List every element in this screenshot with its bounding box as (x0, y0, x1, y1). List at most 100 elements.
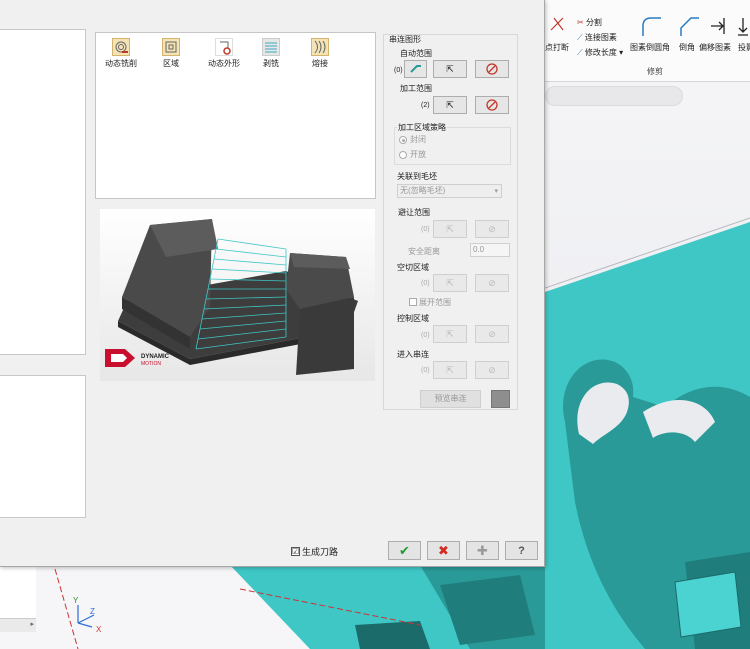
control-region-count: (0) (421, 332, 430, 339)
peel-mill-icon (262, 38, 280, 56)
ribbon-group-trim: 修剪 (647, 67, 663, 76)
remove-chain-icon (486, 63, 498, 75)
strategy-area[interactable]: 区域 (146, 38, 196, 69)
machining-range-select-button[interactable]: ⇱ (433, 96, 467, 114)
check-icon: ✔ (399, 542, 410, 558)
scroll-right-icon[interactable]: ▸ (30, 620, 34, 628)
strategy-label: 动态铣削 (105, 59, 137, 68)
point-break-label[interactable]: 点打断 (545, 42, 569, 53)
machining-range-count: (2) (421, 102, 430, 109)
region-closed-radio[interactable] (399, 136, 407, 144)
avoid-range-select-button[interactable]: ⇱ (433, 220, 467, 238)
join-icon: ⟋ (577, 33, 583, 42)
entry-chain-label: 进入串连 (397, 350, 429, 359)
split-text: 分割 (585, 18, 602, 27)
stock-link-select[interactable]: 无(忽略毛坯) ▾ (397, 184, 502, 198)
entry-chain-remove-button[interactable]: ⊘ (475, 361, 509, 379)
generate-toolpath-checkbox[interactable]: ☑ (291, 547, 300, 556)
cancel-button[interactable]: ✖ (427, 541, 460, 560)
strategy-peel-mill[interactable]: 剥铣 (246, 38, 296, 69)
cad-ribbon: 点打断 ✂ 分割 ⟋ 连接图素 ⟋ 修改长度 ▾ 图素倒圆角 倒角 偏移图素 投… (545, 0, 750, 82)
remove-chain-icon: ⊘ (488, 328, 496, 339)
strategy-label: 剥铣 (263, 59, 279, 68)
area-icon (162, 38, 180, 56)
part-model-lower (54, 565, 545, 649)
expand-range-checkbox[interactable] (409, 298, 417, 306)
axis-z-label: Z (90, 607, 95, 616)
split-icon: ✂ (577, 18, 584, 27)
control-region-remove-button[interactable]: ⊘ (475, 325, 509, 343)
auto-range-button[interactable] (404, 60, 427, 78)
control-region-select-button[interactable]: ⇱ (433, 325, 467, 343)
region-closed-label: 封闭 (410, 135, 426, 144)
cursor-icon: ⇱ (446, 63, 454, 74)
generate-toolpath-label: 生成刀路 (302, 547, 339, 557)
air-cut-remove-button[interactable]: ⊘ (475, 274, 509, 292)
modify-length-label[interactable]: ⟋ 修改长度 ▾ (577, 47, 623, 58)
avoid-range-count: (0) (421, 226, 430, 233)
blend-icon (311, 38, 329, 56)
project-label[interactable]: 投影 (738, 42, 750, 53)
safe-distance-input[interactable]: 0.0 (470, 243, 510, 257)
help-icon: ? (518, 544, 525, 557)
quick-view-panel (0, 375, 86, 518)
generate-toolpath-toggle[interactable]: ☑ 生成刀路 (291, 545, 338, 558)
plus-icon: ✚ (477, 542, 488, 558)
preview-color-swatch[interactable] (491, 390, 510, 408)
strategy-preview-image: DYNAMIC MOTION (100, 209, 375, 381)
dynamic-mill-icon (112, 38, 130, 56)
parameter-tree[interactable] (0, 29, 86, 355)
logo-line1: DYNAMIC (141, 354, 169, 360)
auto-range-remove-button[interactable] (475, 60, 509, 78)
cursor-icon: ⇱ (446, 328, 454, 339)
machining-range-remove-button[interactable] (475, 96, 509, 114)
avoid-range-label: 避让范围 (398, 208, 430, 217)
viewport-bottom[interactable]: Y Z X (0, 565, 545, 649)
fillet-label[interactable]: 图素倒圆角 (630, 42, 670, 53)
entry-chain-select-button[interactable]: ⇱ (433, 361, 467, 379)
chamfer-icon[interactable] (677, 14, 701, 38)
join-text: 连接图素 (584, 33, 617, 42)
point-break-icon[interactable] (549, 16, 567, 32)
cursor-icon: ⇱ (446, 277, 454, 288)
ok-button[interactable]: ✔ (388, 541, 421, 560)
cad-viewport[interactable] (545, 82, 750, 649)
control-region-label: 控制区域 (397, 314, 429, 323)
region-strategy-label: 加工区域策略 (397, 122, 447, 133)
preview-chain-button[interactable]: 预览串连 (420, 390, 481, 408)
cursor-icon: ⇱ (446, 223, 454, 234)
modify-length-icon: ⟋ (577, 48, 583, 57)
remove-chain-icon (486, 99, 498, 111)
strategy-dynamic-contour[interactable]: 动态外形 (199, 38, 249, 69)
remove-chain-icon: ⊘ (488, 277, 496, 288)
region-open-label: 开放 (410, 150, 426, 159)
split-label[interactable]: ✂ 分割 (577, 17, 602, 28)
chamfer-label[interactable]: 倒角 (679, 42, 695, 53)
project-icon[interactable] (737, 14, 749, 38)
strategy-dynamic-mill[interactable]: 动态铣削 (96, 38, 146, 69)
help-button[interactable]: ? (505, 541, 538, 560)
air-cut-select-button[interactable]: ⇱ (433, 274, 467, 292)
avoid-range-remove-button[interactable]: ⊘ (475, 220, 509, 238)
air-cut-count: (0) (421, 280, 430, 287)
offset-label[interactable]: 偏移图素 (699, 42, 731, 53)
join-label[interactable]: ⟋ 连接图素 (577, 32, 617, 43)
cursor-icon: ⇱ (446, 364, 454, 375)
close-icon: ✖ (438, 542, 449, 558)
auto-range-select-button[interactable]: ⇱ (433, 60, 467, 78)
offset-icon[interactable] (707, 14, 727, 38)
strategy-label: 动态外形 (208, 59, 240, 68)
chevron-down-icon: ▾ (494, 188, 498, 195)
logo-line2: MOTION (141, 361, 161, 367)
fillet-icon[interactable] (639, 14, 663, 38)
panel-scrollbar[interactable]: ▸ (0, 618, 36, 632)
apply-button[interactable]: ✚ (466, 541, 499, 560)
modify-length-text: 修改长度 (584, 48, 617, 57)
region-open-radio[interactable] (399, 151, 407, 159)
strategy-list: 动态铣削 区域 动态外形 剥铣 熔接 (95, 32, 376, 199)
machining-range-label: 加工范围 (400, 84, 432, 93)
stock-link-label: 关联到毛坯 (397, 172, 437, 181)
stock-link-value: 无(忽略毛坯) (400, 186, 446, 195)
strategy-blend[interactable]: 熔接 (295, 38, 345, 69)
remove-chain-icon: ⊘ (488, 364, 496, 375)
